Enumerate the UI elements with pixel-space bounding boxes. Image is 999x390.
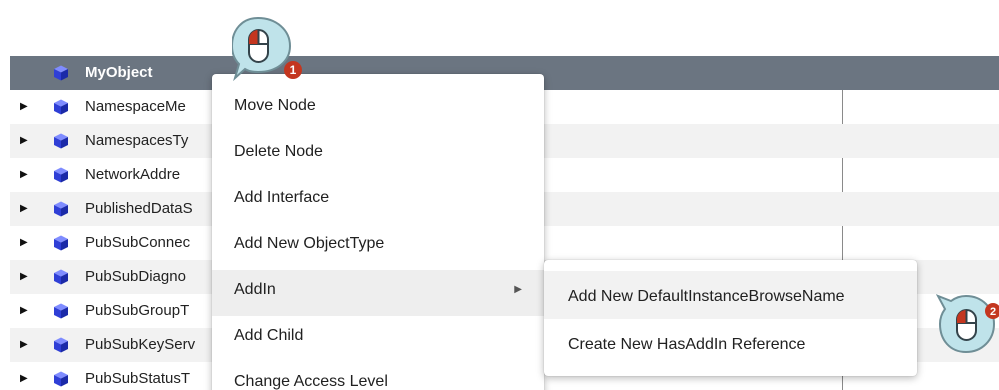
menu-item-change-access-level[interactable]: Change Access Level bbox=[212, 362, 544, 390]
menu-item-label: AddIn bbox=[234, 281, 276, 298]
object-cube-icon bbox=[53, 303, 69, 319]
object-cube-icon bbox=[53, 337, 69, 353]
mouse-click-callout-1: 1 bbox=[232, 16, 302, 82]
menu-item-add-child[interactable]: Add Child bbox=[212, 316, 544, 362]
tree-row-label: NamespacesTy bbox=[85, 132, 189, 149]
mouse-left-click-icon bbox=[248, 29, 269, 63]
object-cube-icon bbox=[53, 235, 69, 251]
step-badge-label: 1 bbox=[290, 63, 297, 77]
tree-row-label: PubSubGroupT bbox=[85, 302, 190, 319]
submenu-item-label: Add New DefaultInstanceBrowseName bbox=[568, 288, 845, 305]
menu-item-addin[interactable]: AddIn ▶ bbox=[212, 270, 544, 316]
expand-arrow-icon[interactable]: ▶ bbox=[20, 158, 32, 192]
object-cube-icon bbox=[53, 167, 69, 183]
menu-item-label: Move Node bbox=[234, 97, 316, 114]
expand-arrow-icon[interactable]: ▶ bbox=[20, 328, 32, 362]
submenu-item-add-default-instance-browse-name[interactable]: Add New DefaultInstanceBrowseName bbox=[544, 271, 917, 319]
addin-submenu: Add New DefaultInstanceBrowseName Create… bbox=[544, 260, 917, 376]
object-cube-icon bbox=[53, 65, 69, 81]
object-cube-icon bbox=[53, 269, 69, 285]
context-menu: Move Node Delete Node Add Interface Add … bbox=[212, 74, 544, 390]
mouse-left-click-icon bbox=[956, 309, 977, 341]
expand-arrow-icon[interactable]: ▶ bbox=[20, 260, 32, 294]
tree-row-label: NetworkAddre bbox=[85, 166, 181, 183]
submenu-item-create-hasaddin-reference[interactable]: Create New HasAddIn Reference bbox=[544, 319, 917, 367]
tree-row-label: PubSubStatusT bbox=[85, 370, 191, 387]
step-badge-label: 2 bbox=[990, 306, 996, 318]
expand-arrow-icon[interactable]: ▶ bbox=[20, 192, 32, 226]
menu-item-add-new-objecttype[interactable]: Add New ObjectType bbox=[212, 224, 544, 270]
expand-arrow-icon[interactable]: ▶ bbox=[20, 124, 32, 158]
object-cube-icon bbox=[53, 99, 69, 115]
menu-item-label: Add New ObjectType bbox=[234, 235, 385, 252]
menu-item-label: Change Access Level bbox=[234, 373, 388, 390]
tree-row-label: PublishedDataS bbox=[85, 200, 193, 217]
menu-item-move-node[interactable]: Move Node bbox=[212, 86, 544, 132]
mouse-click-callout-2: 2 bbox=[936, 294, 999, 354]
menu-item-label: Add Interface bbox=[234, 189, 330, 206]
object-cube-icon bbox=[53, 133, 69, 149]
menu-item-label: Add Child bbox=[234, 327, 304, 344]
object-cube-icon bbox=[53, 201, 69, 217]
tree-row-label: NamespaceMe bbox=[85, 98, 186, 115]
screen: MyObject ▶ NamespaceMe ▶ NamespacesTy ▶ … bbox=[0, 0, 999, 390]
tree-row-label: PubSubConnec bbox=[85, 234, 191, 251]
expand-arrow-icon[interactable]: ▶ bbox=[20, 294, 32, 328]
object-cube-icon bbox=[53, 371, 69, 387]
tree-row-label: PubSubDiagno bbox=[85, 268, 186, 285]
expand-arrow-icon[interactable]: ▶ bbox=[20, 362, 32, 390]
tree-row-label: PubSubKeyServ bbox=[85, 336, 196, 353]
menu-item-add-interface[interactable]: Add Interface bbox=[212, 178, 544, 224]
submenu-item-label: Create New HasAddIn Reference bbox=[568, 336, 806, 353]
expand-arrow-icon[interactable]: ▶ bbox=[20, 90, 32, 124]
expand-arrow-icon[interactable]: ▶ bbox=[20, 226, 32, 260]
submenu-arrow-icon: ▶ bbox=[514, 284, 522, 295]
tree-row-label: MyObject bbox=[85, 64, 153, 81]
menu-item-delete-node[interactable]: Delete Node bbox=[212, 132, 544, 178]
menu-item-label: Delete Node bbox=[234, 143, 323, 160]
